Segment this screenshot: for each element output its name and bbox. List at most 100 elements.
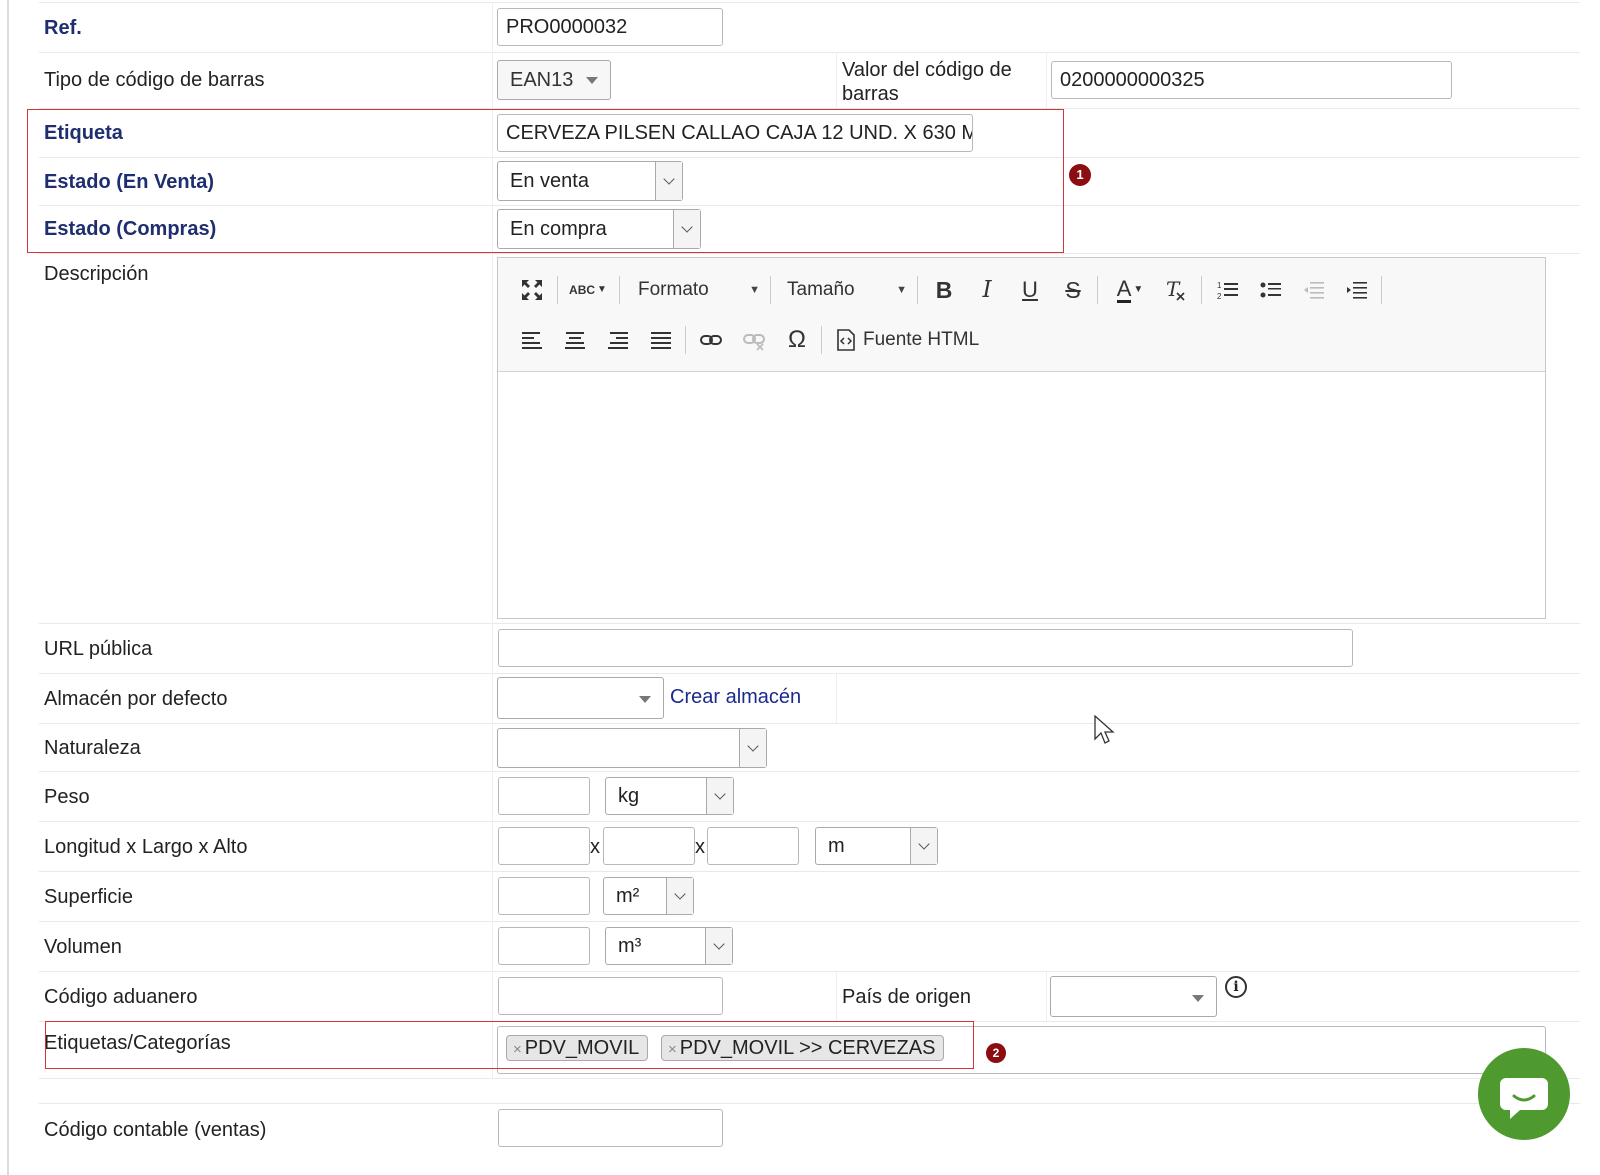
size-dropdown[interactable]: Tamaño ▼ xyxy=(787,277,907,303)
outdent-icon xyxy=(1300,276,1328,304)
volumen-input[interactable] xyxy=(498,927,590,965)
numbered-list-icon[interactable]: 12 xyxy=(1214,276,1242,304)
format-dropdown[interactable]: Formato ▼ xyxy=(638,277,760,303)
strike-button[interactable]: S xyxy=(1059,276,1087,304)
chevron-down-icon xyxy=(747,740,759,752)
dim-separator-1: x xyxy=(590,836,600,858)
toolbar-separator xyxy=(1097,276,1098,304)
dimensiones-unit-value: m xyxy=(828,835,845,857)
text-color-button[interactable]: A ▼ xyxy=(1110,276,1150,304)
link-icon[interactable] xyxy=(697,326,725,354)
size-dropdown-label: Tamaño xyxy=(787,279,855,300)
codigo-aduanero-label: Código aduanero xyxy=(44,986,198,1008)
superficie-unit-select[interactable]: m² xyxy=(603,877,694,915)
spellcheck-icon[interactable]: ABC ▼ xyxy=(568,276,608,304)
superficie-unit-arrow xyxy=(666,878,693,914)
annotation-box-1 xyxy=(27,109,1064,253)
volumen-label: Volumen xyxy=(44,936,122,958)
pais-origen-select[interactable] xyxy=(1050,976,1217,1017)
longitud-input[interactable] xyxy=(498,827,590,865)
alto-input[interactable] xyxy=(707,827,799,865)
row-dimensiones xyxy=(39,821,1580,871)
row-peso xyxy=(39,771,1580,821)
superficie-label: Superficie xyxy=(44,886,133,908)
annotation-box-2 xyxy=(45,1021,974,1069)
ref-input[interactable]: PRO0000032 xyxy=(497,8,723,46)
peso-unit-arrow xyxy=(706,778,733,814)
chevron-down-icon xyxy=(918,838,930,850)
info-icon[interactable]: i xyxy=(1225,976,1247,998)
caret-down-icon: ▼ xyxy=(896,284,907,296)
toolbar-separator xyxy=(619,276,620,304)
chevron-down-icon xyxy=(713,938,725,950)
volumen-unit-arrow xyxy=(705,928,732,964)
chat-bubble-icon xyxy=(1500,1078,1548,1119)
peso-label: Peso xyxy=(44,786,90,808)
toolbar-separator xyxy=(685,326,686,354)
url-publica-input[interactable] xyxy=(498,629,1353,667)
chevron-down-icon xyxy=(1192,995,1204,1002)
bold-button[interactable]: B xyxy=(930,276,958,304)
url-publica-label: URL pública xyxy=(44,638,153,660)
peso-unit-select[interactable]: kg xyxy=(605,777,734,815)
underline-button[interactable]: U xyxy=(1016,276,1044,304)
codigo-contable-input[interactable] xyxy=(498,1109,723,1147)
pais-origen-label: País de origen xyxy=(842,986,971,1008)
codigo-contable-label: Código contable (ventas) xyxy=(44,1119,267,1141)
mouse-cursor-icon xyxy=(1094,715,1115,744)
naturaleza-label: Naturaleza xyxy=(44,737,141,759)
editor-toolbar: ABC ▼ Formato ▼ Tamaño ▼ B I U S A ▼ T 1… xyxy=(498,258,1545,372)
caret-down-icon: ▼ xyxy=(749,284,760,296)
volumen-unit-select[interactable]: m³ xyxy=(605,927,733,965)
row-ref xyxy=(39,2,1580,52)
largo-input[interactable] xyxy=(603,827,695,865)
naturaleza-arrow xyxy=(739,729,766,767)
crear-almacen-link[interactable]: Crear almacén xyxy=(670,686,801,708)
almacen-divider xyxy=(836,673,837,723)
annotation-badge-1: 1 xyxy=(1069,164,1091,186)
chevron-down-icon xyxy=(674,888,686,900)
aduanero-divider xyxy=(836,971,837,1021)
row-superficie xyxy=(39,871,1580,921)
row-volumen xyxy=(39,921,1580,971)
ref-label: Ref. xyxy=(44,17,82,39)
barcode-divider xyxy=(836,52,837,108)
source-html-button[interactable]: Fuente HTML xyxy=(836,327,981,353)
spellcheck-text: ABC xyxy=(569,283,596,297)
naturaleza-select[interactable] xyxy=(497,728,767,768)
toolbar-separator xyxy=(770,276,771,304)
caret-down-icon: ▼ xyxy=(597,284,607,295)
align-left-icon[interactable] xyxy=(518,326,546,354)
dim-separator-2: x xyxy=(695,836,705,858)
remove-format-icon[interactable]: T xyxy=(1162,276,1190,304)
dimensiones-unit-select[interactable]: m xyxy=(815,827,938,865)
row-codigo-contable xyxy=(39,1103,1580,1175)
maximize-icon[interactable] xyxy=(518,276,546,304)
barcode-type-label: Tipo de código de barras xyxy=(44,69,265,91)
barcode-value-input[interactable]: 0200000000325 xyxy=(1051,61,1452,99)
source-html-label: Fuente HTML xyxy=(863,329,980,350)
almacen-select[interactable] xyxy=(497,677,664,719)
italic-button[interactable]: I xyxy=(973,276,1001,304)
align-center-icon[interactable] xyxy=(561,326,589,354)
toolbar-separator xyxy=(917,276,918,304)
descripcion-label: Descripción xyxy=(44,263,149,285)
barcode-type-select[interactable]: EAN13 xyxy=(497,60,611,100)
svg-text:2: 2 xyxy=(1217,292,1222,301)
indent-icon[interactable] xyxy=(1343,276,1371,304)
barcode-value-label: Valor del código de barras xyxy=(842,59,1012,105)
description-editor[interactable]: ABC ▼ Formato ▼ Tamaño ▼ B I U S A ▼ T 1… xyxy=(497,257,1546,619)
unlink-icon xyxy=(740,326,768,354)
align-justify-icon[interactable] xyxy=(647,326,675,354)
bullet-list-icon[interactable] xyxy=(1257,276,1285,304)
chevron-down-icon xyxy=(639,696,651,703)
barcode-type-value: EAN13 xyxy=(510,69,574,91)
codigo-aduanero-input[interactable] xyxy=(498,977,723,1015)
chat-button[interactable] xyxy=(1478,1048,1570,1140)
format-dropdown-label: Formato xyxy=(638,279,709,300)
special-char-button[interactable]: Ω xyxy=(783,326,811,354)
toolbar-separator xyxy=(821,326,822,354)
superficie-input[interactable] xyxy=(498,877,590,915)
peso-input[interactable] xyxy=(498,777,590,815)
align-right-icon[interactable] xyxy=(604,326,632,354)
